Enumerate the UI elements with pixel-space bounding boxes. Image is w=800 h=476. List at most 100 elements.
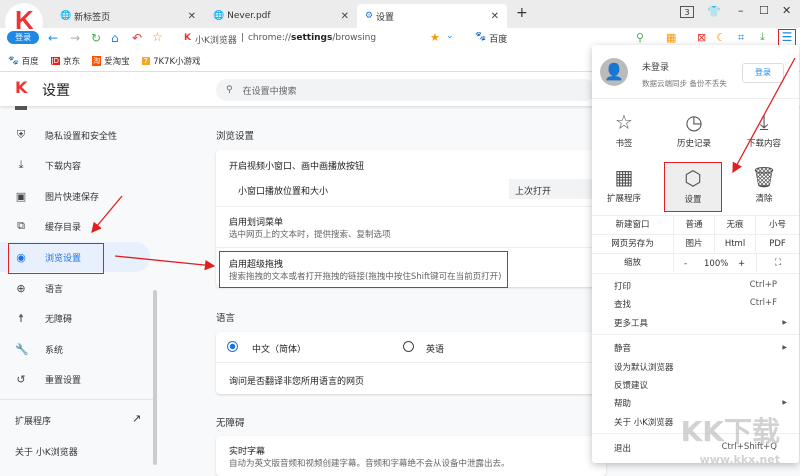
- new-tab-button[interactable]: +: [516, 5, 528, 21]
- accessibility-icon: ☨: [18, 311, 24, 325]
- maximize-button[interactable]: ☐: [759, 4, 769, 17]
- menu-settings[interactable]: ⬡ 设置: [664, 162, 722, 212]
- night-mode-icon[interactable]: ☾: [716, 31, 726, 44]
- menu-login-button[interactable]: 登录: [742, 63, 784, 83]
- divider: [216, 247, 606, 248]
- sidebar-item-partial: [15, 106, 27, 110]
- site-icon: K: [184, 33, 191, 43]
- main-menu: 👤 未登录 数据云端同步 备份不丢失 登录 ☆ 书签 ◷ 历史记录 ⤓ 下载内容 ▦ 扩…: [592, 45, 799, 463]
- menu-about[interactable]: 关于 小K浏览器: [614, 416, 673, 428]
- close-tab-icon[interactable]: ✕: [188, 11, 196, 22]
- skin-icon[interactable]: 👕: [707, 5, 721, 18]
- reload-icon[interactable]: ↻: [91, 31, 101, 45]
- search-icon[interactable]: ⚲: [636, 31, 644, 44]
- menu-more-tools[interactable]: 更多工具: [614, 317, 648, 329]
- sidebar-item-cache[interactable]: ⧉ 缓存目录: [0, 211, 150, 241]
- chevron-down-icon[interactable]: ⌄: [446, 31, 454, 41]
- new-window-normal[interactable]: 普通: [674, 216, 715, 234]
- forward-icon[interactable]: →: [70, 31, 80, 45]
- menu-downloads[interactable]: ⤓ 下载内容: [734, 107, 794, 149]
- tab-new-tab[interactable]: 🌐 新标签页 ✕: [52, 4, 204, 28]
- sidebar-item-downloads[interactable]: ⤓ 下载内容: [0, 150, 150, 180]
- tab-never-pdf[interactable]: 🌐 Never.pdf ✕: [205, 4, 357, 28]
- menu-history[interactable]: ◷ 历史记录: [664, 107, 724, 149]
- sidebar-item-system[interactable]: 🔧 系统: [0, 334, 150, 364]
- section-heading-language: 语言: [216, 313, 236, 324]
- settings-search-input[interactable]: ⚲ 在设置中搜索: [216, 79, 596, 101]
- annotation-box-super-drag: [219, 251, 508, 288]
- zoom-level: 100%: [704, 259, 729, 269]
- divider: [592, 98, 799, 99]
- close-window-button[interactable]: ✕: [782, 4, 791, 17]
- live-captions-setting: 实时字幕: [229, 447, 266, 457]
- trash-icon: 🗑: [751, 165, 777, 189]
- sidebar-extensions-link[interactable]: 扩展程序: [15, 414, 51, 427]
- word-menu-description: 选中网页上的文本时，提供搜索、复制选项: [229, 230, 391, 240]
- section-heading-accessibility: 无障碍: [216, 418, 245, 429]
- menu-help[interactable]: 帮助: [614, 397, 631, 409]
- crop-icon[interactable]: ⌗: [738, 31, 744, 45]
- home-icon[interactable]: ⌂: [111, 31, 119, 45]
- menu-print[interactable]: 打印: [614, 280, 631, 292]
- tab-settings[interactable]: ⚙ 设置 ✕: [357, 4, 507, 28]
- search-engine-button[interactable]: 🐾 百度: [475, 32, 507, 45]
- menu-extensions[interactable]: ▦ 扩展程序: [594, 162, 654, 204]
- star-icon[interactable]: ☆: [152, 30, 163, 44]
- menu-feedback[interactable]: 反馈建议: [614, 379, 648, 391]
- url-field[interactable]: K 小K浏览器 | chrome://settings/browsing: [184, 33, 376, 46]
- new-window-alt-account[interactable]: 小号: [756, 216, 799, 234]
- bookmark-jd[interactable]: JD 京东: [50, 55, 80, 67]
- login-badge[interactable]: 登录: [7, 31, 39, 44]
- radio-english[interactable]: [403, 341, 414, 352]
- submenu-arrow-icon: ▶: [782, 344, 787, 351]
- sidebar-item-accessibility[interactable]: ☨ 无障碍: [0, 303, 150, 333]
- baidu-icon: 🐾: [8, 55, 19, 66]
- sidebar-item-image-save[interactable]: ▣ 图片快速保存: [0, 181, 150, 211]
- baidu-icon: 🐾: [475, 32, 487, 42]
- radio-chinese[interactable]: [227, 341, 238, 352]
- bookmark-star-icon[interactable]: ★: [430, 31, 440, 44]
- back-icon[interactable]: ←: [48, 31, 58, 45]
- wrench-icon: 🔧: [15, 342, 29, 356]
- zoom-in-button[interactable]: +: [738, 259, 745, 269]
- globe-icon: 🌐: [213, 11, 225, 21]
- apps-icon[interactable]: ▦: [666, 31, 676, 44]
- bookmark-taobao[interactable]: 淘爱淘宝: [92, 55, 130, 67]
- new-window-incognito[interactable]: 无痕: [715, 216, 756, 234]
- close-tab-icon[interactable]: ✕: [341, 11, 349, 22]
- save-as-pdf[interactable]: PDF: [756, 235, 799, 253]
- close-tab-icon[interactable]: ✕: [491, 11, 499, 22]
- menu-mute[interactable]: 静音: [614, 342, 631, 354]
- bookmark-7k7k[interactable]: 7 7K7K小游戏: [141, 55, 201, 67]
- external-link-icon[interactable]: ↗: [132, 412, 141, 425]
- sidebar-about-link[interactable]: 关于 小K浏览器: [15, 445, 78, 458]
- translate-setting: 询问是否翻译非您所用语言的网页: [229, 377, 365, 387]
- menu-bookmarks[interactable]: ☆ 书签: [594, 107, 654, 149]
- menu-exit[interactable]: 退出: [614, 442, 631, 454]
- tab-bar: 🌐 新标签页 ✕ 🌐 Never.pdf ✕ ⚙ 设置 ✕ + 3 👕 – ☐ ✕: [0, 0, 800, 28]
- sidebar-scrollbar[interactable]: [153, 290, 157, 465]
- extensions-grid-icon: ▦: [614, 165, 634, 189]
- clock-icon: ◷: [685, 110, 703, 134]
- undo-close-icon[interactable]: ↶: [132, 31, 142, 45]
- menu-find[interactable]: 查找: [614, 298, 631, 310]
- bookmark-baidu[interactable]: 🐾 百度: [8, 55, 39, 67]
- download-icon[interactable]: ⤓: [760, 30, 765, 44]
- pdf-icon[interactable]: ⊠: [697, 31, 706, 44]
- tab-count-button[interactable]: 3: [680, 6, 694, 18]
- sidebar-item-language[interactable]: ⊕ 语言: [0, 273, 150, 303]
- zoom-out-button[interactable]: -: [684, 259, 687, 269]
- menu-set-default[interactable]: 设为默认浏览器: [614, 361, 674, 373]
- save-as-html[interactable]: Html: [715, 235, 756, 253]
- settings-hexagon-icon: ⬡: [684, 166, 702, 190]
- pip-position-label: 小窗口播放位置和大小: [238, 187, 329, 197]
- save-as-image[interactable]: 图片: [674, 235, 715, 253]
- minimize-button[interactable]: –: [738, 4, 744, 17]
- sidebar-item-reset[interactable]: ↺ 重置设置: [0, 364, 150, 394]
- fullscreen-icon[interactable]: ⛶: [756, 254, 799, 272]
- watermark: KK下载 www.kkx.net: [680, 415, 780, 467]
- globe-icon: ⊕: [16, 281, 26, 295]
- sidebar-item-privacy[interactable]: ⛨ 隐私设置和安全性: [0, 120, 150, 150]
- menu-clear[interactable]: 🗑 清除: [734, 162, 794, 204]
- annotation-box-browsing: [8, 243, 104, 274]
